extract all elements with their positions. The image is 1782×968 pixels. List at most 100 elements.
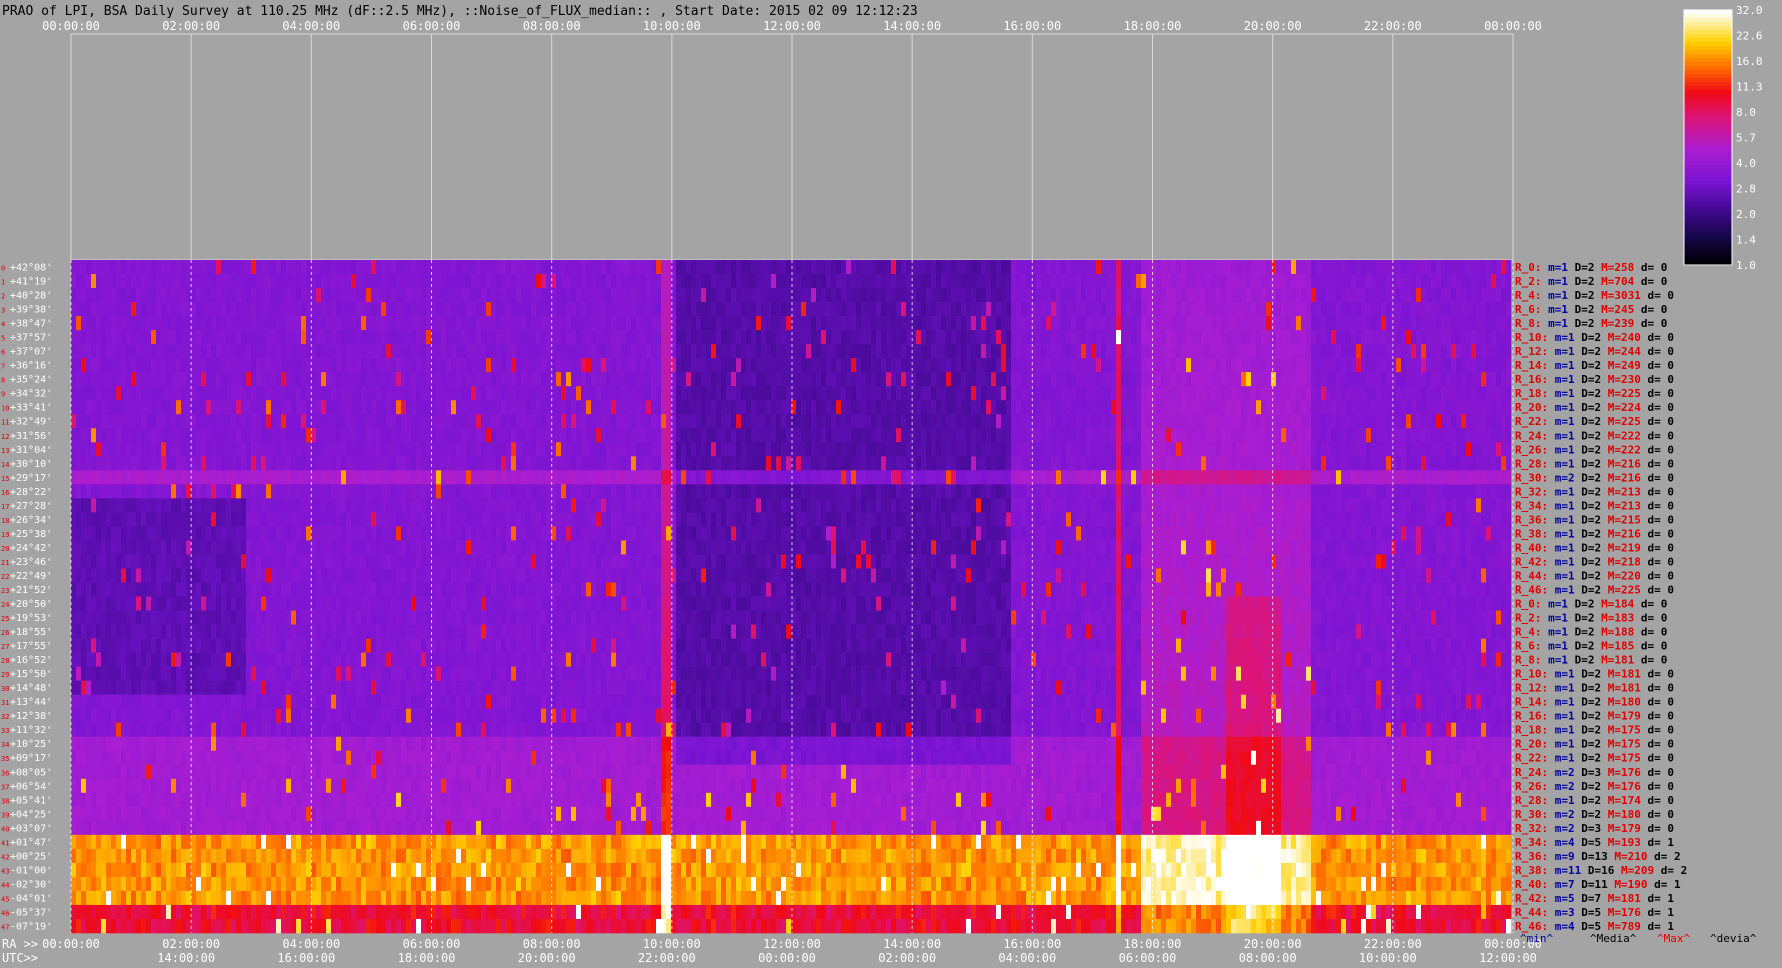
heatmap-cell bbox=[576, 386, 582, 401]
heatmap-cell bbox=[646, 330, 652, 345]
heatmap-cell bbox=[426, 330, 432, 345]
heatmap-cell bbox=[971, 400, 977, 415]
heatmap-cell bbox=[1121, 358, 1127, 373]
heatmap-cell bbox=[231, 498, 237, 513]
heatmap-cell bbox=[1016, 456, 1022, 471]
heatmap-cell bbox=[771, 400, 777, 415]
heatmap-cell bbox=[241, 386, 247, 401]
heatmap-cell bbox=[1441, 288, 1447, 303]
heatmap-cell bbox=[681, 386, 687, 401]
heatmap-cell bbox=[891, 484, 897, 499]
heatmap-cell bbox=[1151, 288, 1157, 303]
heatmap-cell bbox=[841, 414, 847, 429]
heatmap-cell bbox=[86, 372, 92, 387]
heatmap-cell bbox=[1171, 274, 1177, 289]
heatmap-cell bbox=[1301, 386, 1307, 401]
heatmap-cell bbox=[286, 498, 292, 513]
heatmap-cell bbox=[516, 344, 522, 359]
heatmap-cell bbox=[316, 302, 322, 317]
heatmap-cell bbox=[1346, 330, 1352, 345]
heatmap-cell bbox=[1256, 260, 1262, 275]
heatmap-cell bbox=[951, 400, 957, 415]
heatmap-cell bbox=[1311, 302, 1317, 317]
heatmap-cell bbox=[286, 456, 292, 471]
heatmap-cell bbox=[406, 274, 412, 289]
heatmap-cell bbox=[1016, 400, 1022, 415]
heatmap-cell bbox=[1086, 358, 1092, 373]
heatmap-cell bbox=[636, 358, 642, 373]
heatmap-cell bbox=[1056, 260, 1062, 275]
heatmap-cell bbox=[1276, 372, 1282, 387]
heatmap-cell bbox=[1136, 344, 1142, 359]
heatmap-cell bbox=[151, 456, 157, 471]
heatmap-cell bbox=[1136, 386, 1142, 401]
heatmap-cell bbox=[1436, 316, 1442, 331]
heatmap-cell bbox=[406, 358, 412, 373]
heatmap-cell bbox=[1131, 456, 1137, 471]
heatmap-cell bbox=[316, 372, 322, 387]
heatmap-cell bbox=[121, 344, 127, 359]
heatmap-cell bbox=[1186, 330, 1192, 345]
heatmap-cell bbox=[476, 498, 482, 513]
heatmap-cell bbox=[961, 316, 967, 331]
heatmap-cell bbox=[801, 442, 807, 457]
heatmap-cell bbox=[636, 316, 642, 331]
heatmap-cell bbox=[321, 288, 327, 303]
heatmap-cell bbox=[626, 456, 632, 471]
heatmap-cell bbox=[401, 414, 407, 429]
heatmap-cell bbox=[396, 386, 402, 401]
heatmap-cell bbox=[306, 316, 312, 331]
heatmap-cell bbox=[1446, 456, 1452, 471]
heatmap-cell bbox=[816, 316, 822, 331]
heatmap-cell bbox=[746, 274, 752, 289]
heatmap-cell bbox=[1306, 470, 1312, 485]
heatmap-cell bbox=[1436, 288, 1442, 303]
heatmap-cell bbox=[961, 358, 967, 373]
heatmap-cell bbox=[151, 274, 157, 289]
heatmap-cell bbox=[461, 456, 467, 471]
heatmap-cell bbox=[1266, 344, 1272, 359]
heatmap-cell bbox=[751, 372, 757, 387]
heatmap-cell bbox=[1486, 414, 1492, 429]
heatmap-cell bbox=[1106, 386, 1112, 401]
heatmap-cell bbox=[641, 358, 647, 373]
heatmap-cell bbox=[1006, 288, 1012, 303]
heatmap-cell bbox=[571, 288, 577, 303]
heatmap-cell bbox=[821, 386, 827, 401]
heatmap-cell bbox=[656, 316, 662, 331]
heatmap-cell bbox=[196, 386, 202, 401]
heatmap-cell bbox=[1486, 470, 1492, 485]
heatmap-cell bbox=[1186, 456, 1192, 471]
heatmap-cell bbox=[666, 274, 672, 289]
heatmap-cell bbox=[1131, 372, 1137, 387]
heatmap-cell bbox=[1256, 288, 1262, 303]
heatmap-cell bbox=[1111, 428, 1117, 443]
heatmap-cell bbox=[186, 344, 192, 359]
heatmap-cell bbox=[1431, 484, 1437, 499]
heatmap-cell bbox=[1061, 372, 1067, 387]
heatmap-cell bbox=[456, 456, 462, 471]
top-tick-label: 04:00:00 bbox=[282, 19, 340, 33]
heatmap-cell bbox=[1036, 372, 1042, 387]
heatmap-cell bbox=[1041, 260, 1047, 275]
heatmap-cell bbox=[191, 400, 197, 415]
heatmap-cell bbox=[1136, 330, 1142, 345]
heatmap-cell bbox=[156, 316, 162, 331]
heatmap-cell bbox=[486, 498, 492, 513]
heatmap-cell bbox=[1271, 386, 1277, 401]
heatmap-cell bbox=[1176, 316, 1182, 331]
heatmap-cell bbox=[676, 442, 682, 457]
heatmap-cell bbox=[1281, 288, 1287, 303]
heatmap-cell bbox=[631, 414, 637, 429]
heatmap-cell bbox=[926, 414, 932, 429]
heatmap-cell bbox=[181, 400, 187, 415]
heatmap-cell bbox=[1206, 386, 1212, 401]
heatmap-cell bbox=[1091, 316, 1097, 331]
heatmap-cell bbox=[1371, 330, 1377, 345]
heatmap-cell bbox=[1116, 456, 1122, 471]
heatmap-cell bbox=[961, 274, 967, 289]
heatmap-cell bbox=[1181, 330, 1187, 345]
heatmap-cell bbox=[666, 470, 672, 485]
heatmap-cell bbox=[796, 386, 802, 401]
heatmap-cell bbox=[1176, 470, 1182, 485]
